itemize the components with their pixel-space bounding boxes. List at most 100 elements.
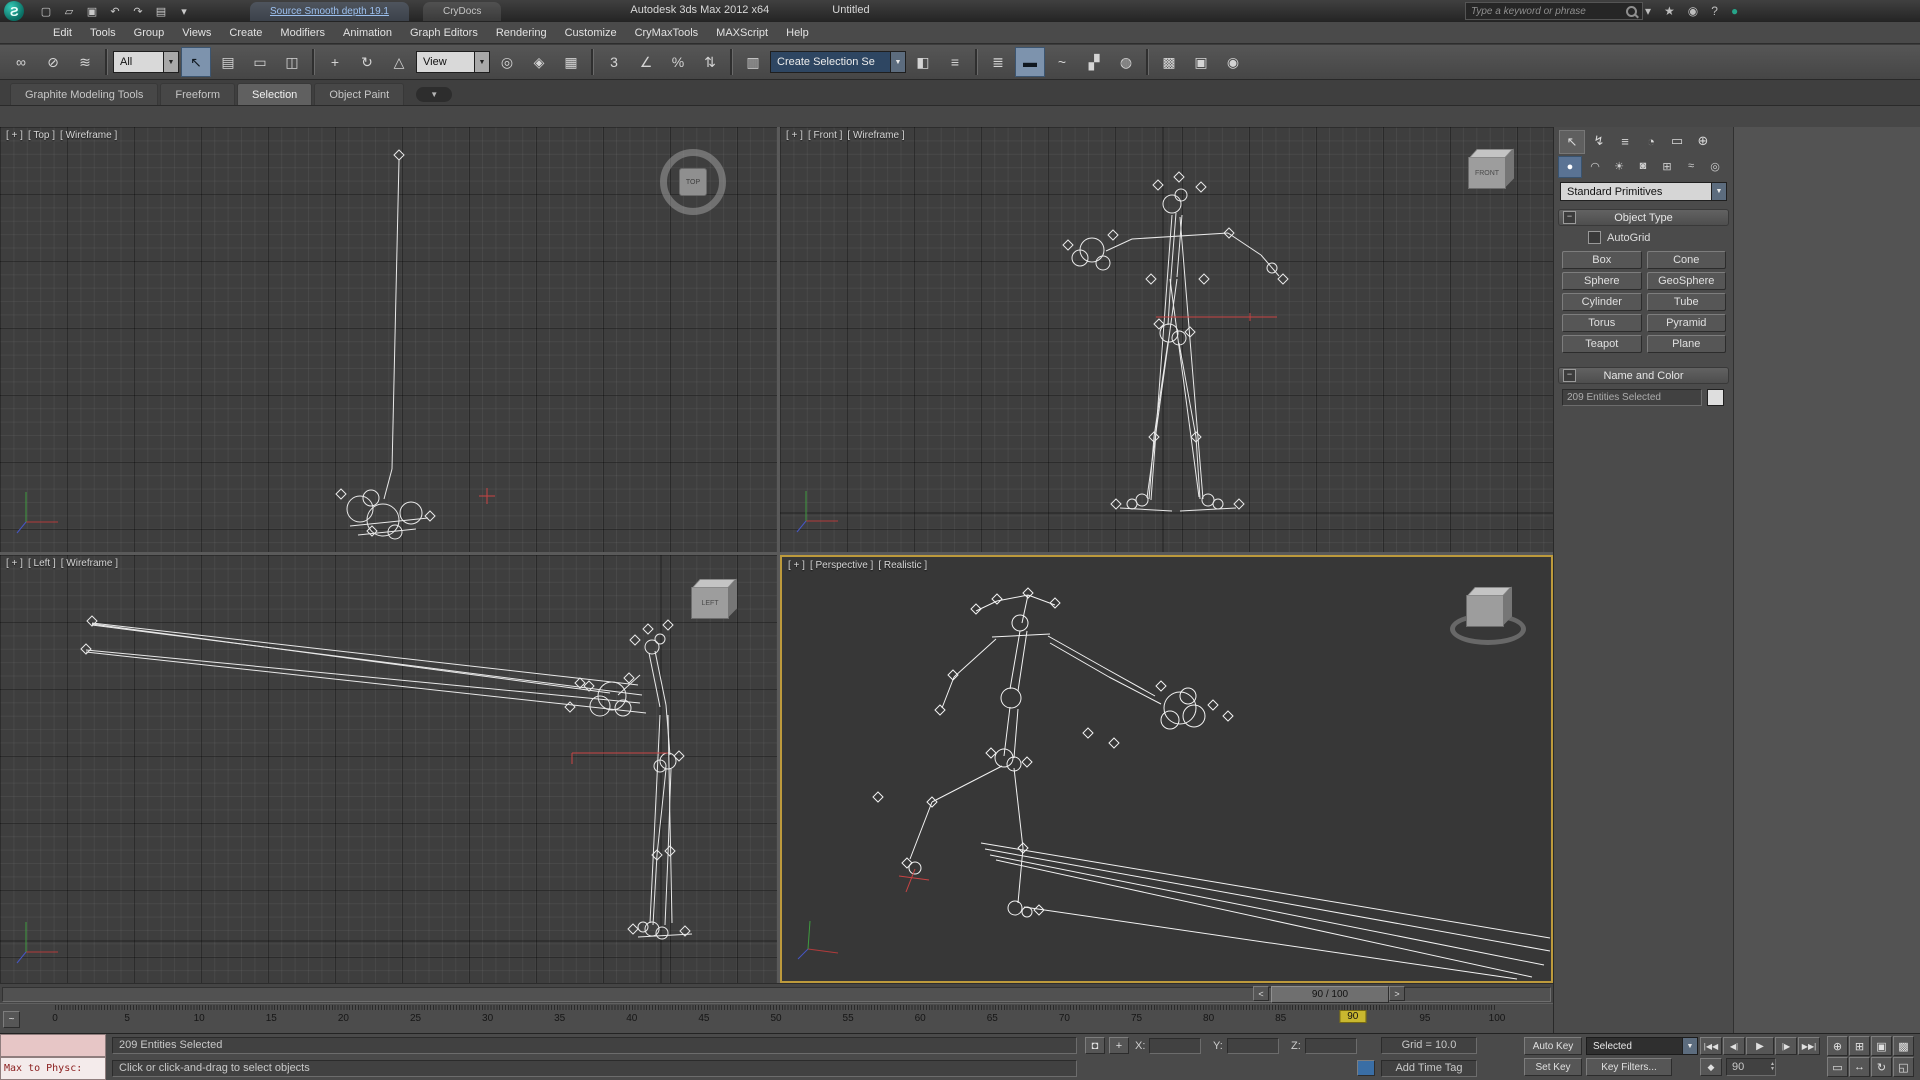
schematic-view-icon[interactable]: ▞ — [1079, 47, 1109, 77]
render-setup-icon[interactable]: ▩ — [1154, 47, 1184, 77]
key-filters-button[interactable]: Key Filters... — [1586, 1058, 1672, 1076]
hierarchy-tab-icon[interactable]: ≡ — [1613, 130, 1637, 152]
menu-item-crymaxtools[interactable]: CryMaxTools — [626, 24, 708, 42]
viewport-perspective[interactable]: [ + ] [ Perspective ] [ Realistic ] — [780, 555, 1553, 983]
current-frame-field[interactable]: 90 ▲ ▼ — [1726, 1058, 1776, 1076]
ribbon-tab-graphite-modeling-tools[interactable]: Graphite Modeling Tools — [10, 83, 159, 105]
graphite-ribbon-toggle-icon[interactable]: ▬ — [1015, 47, 1045, 77]
project-folder-icon[interactable]: ▤ — [151, 2, 171, 20]
frame-spinner[interactable]: ▲ ▼ — [1770, 1062, 1775, 1072]
cameras-subtab-icon[interactable]: ◙ — [1632, 156, 1654, 176]
frame-label-65[interactable]: 65 — [987, 1013, 998, 1024]
viewport-menu-plus[interactable]: [ + ] — [788, 560, 805, 571]
material-editor-icon[interactable]: ◍ — [1111, 47, 1141, 77]
orbit-icon[interactable]: ↻ — [1871, 1057, 1892, 1077]
percent-snap-icon[interactable]: % — [663, 47, 693, 77]
spinner-snap-icon[interactable]: ⇅ — [695, 47, 725, 77]
bind-to-space-warp-icon[interactable]: ≋ — [70, 47, 100, 77]
object-color-swatch[interactable] — [1707, 389, 1724, 406]
frame-label-35[interactable]: 35 — [554, 1013, 565, 1024]
object-type-tube[interactable]: Tube — [1646, 293, 1726, 311]
time-slider-next-button[interactable]: > — [1389, 986, 1405, 1001]
zoom-icon[interactable]: ⊕ — [1827, 1036, 1848, 1056]
dropdown-arrow-icon[interactable]: ▼ — [163, 52, 178, 72]
snaps-toggle-icon[interactable]: 3 — [599, 47, 629, 77]
object-type-box[interactable]: Box — [1562, 251, 1642, 269]
open-mini-curve-editor-button[interactable]: ~ — [3, 1011, 20, 1028]
object-type-rollout[interactable]: − Object Type — [1558, 209, 1729, 226]
curve-editor-icon[interactable]: ~ — [1047, 47, 1077, 77]
selection-lock-toggle[interactable]: ◘ — [1085, 1037, 1105, 1054]
menu-item-help[interactable]: Help — [777, 24, 818, 42]
redo-icon[interactable]: ↷ — [128, 2, 148, 20]
time-slider-prev-button[interactable]: < — [1253, 986, 1269, 1001]
viewport-menu-plus[interactable]: [ + ] — [6, 558, 23, 569]
mirror-icon[interactable]: ◧ — [908, 47, 938, 77]
lights-subtab-icon[interactable]: ☀ — [1608, 156, 1630, 176]
viewcube-perspective[interactable] — [1466, 595, 1504, 627]
menu-item-customize[interactable]: Customize — [556, 24, 626, 42]
display-tab-icon[interactable]: ▭ — [1665, 130, 1689, 152]
use-pivot-point-icon[interactable]: ◎ — [492, 47, 522, 77]
object-type-sphere[interactable]: Sphere — [1562, 272, 1642, 290]
search-dropdown-icon[interactable]: ▾ — [1645, 4, 1651, 18]
object-name-field[interactable]: 209 Entities Selected — [1562, 389, 1702, 406]
undo-icon[interactable]: ↶ — [105, 2, 125, 20]
add-time-tag-field[interactable]: Add Time Tag — [1381, 1060, 1477, 1077]
ribbon-tab-selection[interactable]: Selection — [237, 83, 313, 105]
viewport-top[interactable]: [ + ] [ Top ] [ Wireframe ] TOP — [0, 127, 777, 552]
frame-label-60[interactable]: 60 — [915, 1013, 926, 1024]
auto-key-button[interactable]: Auto Key — [1524, 1037, 1582, 1055]
frame-label-5[interactable]: 5 — [124, 1013, 130, 1024]
object-type-cone[interactable]: Cone — [1646, 251, 1726, 269]
shapes-subtab-icon[interactable]: ◠ — [1584, 156, 1606, 176]
space-warps-subtab-icon[interactable]: ≈ — [1680, 156, 1702, 176]
select-and-move-icon[interactable]: + — [320, 47, 350, 77]
key-mode-toggle-button[interactable]: ◆ — [1700, 1058, 1722, 1076]
layer-manager-icon[interactable]: ≣ — [983, 47, 1013, 77]
y-coordinate-field[interactable] — [1227, 1038, 1279, 1054]
viewcube-top-face[interactable]: TOP — [679, 168, 707, 196]
key-mode-dropdown[interactable]: Selected ▼ — [1586, 1037, 1698, 1055]
frame-label-85[interactable]: 85 — [1275, 1013, 1286, 1024]
frame-label-0[interactable]: 0 — [52, 1013, 58, 1024]
x-coordinate-field[interactable] — [1149, 1038, 1201, 1054]
object-type-plane[interactable]: Plane — [1646, 335, 1726, 353]
frame-label-55[interactable]: 55 — [843, 1013, 854, 1024]
workspace-dropdown-icon[interactable]: ▾ — [174, 2, 194, 20]
viewport-view-menu[interactable]: [ Front ] — [808, 130, 842, 141]
frame-label-25[interactable]: 25 — [410, 1013, 421, 1024]
viewport-menu-plus[interactable]: [ + ] — [6, 130, 23, 141]
menu-item-rendering[interactable]: Rendering — [487, 24, 556, 42]
title-bar-tab[interactable]: Source Smooth depth 19.1 — [250, 2, 409, 21]
frame-label-40[interactable]: 40 — [626, 1013, 637, 1024]
viewport-view-menu[interactable]: [ Left ] — [28, 558, 56, 569]
menu-item-edit[interactable]: Edit — [44, 24, 81, 42]
select-object-icon[interactable]: ↖ — [181, 47, 211, 77]
select-by-name-icon[interactable]: ▤ — [213, 47, 243, 77]
object-type-teapot[interactable]: Teapot — [1562, 335, 1642, 353]
dropdown-arrow-icon[interactable]: ▼ — [474, 52, 489, 72]
save-file-icon[interactable]: ▣ — [82, 2, 102, 20]
menu-item-modifiers[interactable]: Modifiers — [271, 24, 334, 42]
object-type-torus[interactable]: Torus — [1562, 314, 1642, 332]
named-selection-sets-dropdown[interactable]: Create Selection Se ▼ — [770, 51, 906, 73]
ribbon-tab-freeform[interactable]: Freeform — [160, 83, 236, 105]
keyboard-override-icon[interactable]: ▦ — [556, 47, 586, 77]
viewport-front[interactable]: [ + ] [ Front ] [ Wireframe ] FRONT — [780, 127, 1553, 552]
frame-label-80[interactable]: 80 — [1203, 1013, 1214, 1024]
helpers-subtab-icon[interactable]: ⊞ — [1656, 156, 1678, 176]
primitive-category-dropdown[interactable]: Standard Primitives ▼ — [1560, 182, 1727, 201]
motion-tab-icon[interactable]: ◔ — [1639, 130, 1663, 152]
angle-snap-icon[interactable]: ∠ — [631, 47, 661, 77]
viewport-shading-menu[interactable]: [ Wireframe ] — [847, 130, 904, 141]
trackbar-ticks[interactable] — [55, 1005, 1497, 1010]
maximize-viewport-icon[interactable]: ◱ — [1893, 1057, 1914, 1077]
menu-item-graph-editors[interactable]: Graph Editors — [401, 24, 487, 42]
viewport-shading-menu[interactable]: [ Wireframe ] — [60, 130, 117, 141]
frame-label-100[interactable]: 100 — [1489, 1013, 1506, 1024]
viewport-view-menu[interactable]: [ Top ] — [28, 130, 55, 141]
menu-item-maxscript[interactable]: MAXScript — [707, 24, 777, 42]
dropdown-arrow-icon[interactable]: ▼ — [1682, 1038, 1697, 1054]
viewport-menu-plus[interactable]: [ + ] — [786, 130, 803, 141]
